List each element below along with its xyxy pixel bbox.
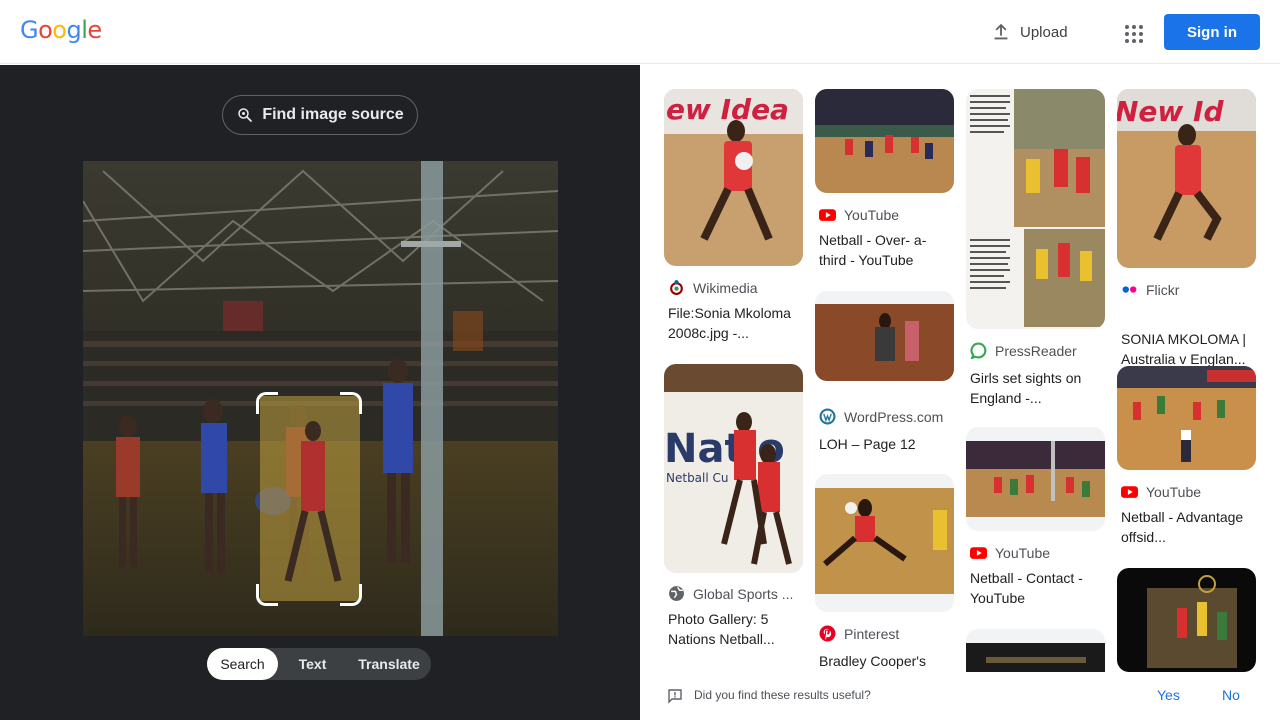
youtube-icon (1121, 486, 1138, 498)
result-title[interactable]: LOH – Page 12 (819, 434, 959, 454)
logo-letter: o (52, 16, 67, 44)
result-source[interactable]: YouTube (1121, 483, 1201, 500)
result-card[interactable] (1117, 568, 1256, 672)
result-thumbnail[interactable]: New Id (1117, 89, 1256, 268)
pinterest-icon (819, 625, 836, 642)
youtube-icon (819, 209, 836, 221)
google-logo[interactable]: Google (20, 16, 102, 44)
result-source[interactable]: YouTube (819, 206, 899, 223)
feedback-yes-button[interactable]: Yes (1157, 687, 1180, 703)
result-thumbnail[interactable] (966, 427, 1105, 531)
result-title[interactable]: Girls set sights on England -... (970, 368, 1110, 408)
result-card[interactable]: YouTube Netball - Over- a-third - YouTub… (815, 89, 954, 279)
flickr-icon (1122, 286, 1137, 293)
result-source-label: Global Sports ... (693, 585, 794, 602)
feedback-icon (668, 689, 682, 704)
logo-letter: g (66, 16, 82, 44)
result-source-label: WordPress.com (844, 408, 944, 425)
result-card[interactable]: New Id Flickr SONIA MKOLOMA | Australia … (1117, 89, 1256, 367)
logo-letter: o (38, 16, 53, 44)
wikimedia-icon (670, 280, 683, 295)
lens-mode-tabs: Search Text Translate (207, 648, 431, 680)
upload-button[interactable]: Upload (990, 18, 1068, 46)
tab-search[interactable]: Search (207, 648, 278, 680)
crop-handle-bottom-right[interactable] (340, 584, 362, 606)
top-bar: Google Upload Sign in (0, 0, 1280, 64)
crop-selection-box[interactable] (256, 392, 362, 606)
lens-panel: Find image source Search Text Translate (0, 65, 640, 720)
google-apps-button[interactable] (1118, 18, 1146, 46)
tab-text[interactable]: Text (278, 648, 347, 680)
find-image-source-label: Find image source (262, 106, 404, 123)
result-thumbnail[interactable] (966, 89, 1105, 329)
result-source-label: Pinterest (844, 625, 900, 642)
wordpress-icon (819, 408, 836, 425)
result-thumbnail[interactable] (815, 89, 954, 193)
result-source-label: Flickr (1146, 281, 1180, 298)
upload-icon (994, 23, 1008, 40)
tab-translate[interactable]: Translate (347, 648, 431, 680)
result-card[interactable]: Natio Netball Cu Global Sports ... Photo… (664, 364, 803, 647)
result-title[interactable]: SONIA MKOLOMA | Australia v Englan... (1121, 329, 1261, 369)
result-thumbnail[interactable] (1117, 366, 1256, 470)
visual-matches-panel: ew Idea Wikimedia File:Sonia Mkoloma 200… (640, 65, 1280, 720)
result-thumbnail[interactable] (815, 291, 954, 381)
lens-search-icon (238, 108, 253, 122)
result-source[interactable]: Pinterest (819, 625, 899, 642)
result-title[interactable]: File:Sonia Mkoloma 2008c.jpg -... (668, 303, 808, 343)
result-source-label: YouTube (844, 206, 900, 223)
upload-label: Upload (1020, 23, 1068, 41)
result-source[interactable]: Global Sports ... (668, 585, 793, 602)
result-thumbnail[interactable]: ew Idea (664, 89, 803, 266)
result-card[interactable]: YouTube Netball - Contact - YouTube (966, 427, 1105, 617)
feedback-bar: Did you find these results useful? Yes N… (640, 672, 1280, 720)
result-source[interactable]: Flickr (1121, 281, 1179, 298)
crop-handle-top-left[interactable] (256, 392, 278, 414)
result-source-label: YouTube (1146, 483, 1202, 500)
crop-handle-bottom-left[interactable] (256, 584, 278, 606)
result-source-label: YouTube (995, 544, 1051, 561)
feedback-no-button[interactable]: No (1222, 687, 1240, 703)
result-source[interactable]: YouTube (970, 544, 1050, 561)
globe-icon (669, 586, 684, 601)
thumb-banner-text: New Id (1117, 95, 1224, 128)
find-image-source-button[interactable]: Find image source (222, 95, 418, 135)
result-thumbnail[interactable] (815, 474, 954, 612)
result-card[interactable]: ew Idea Wikimedia File:Sonia Mkoloma 200… (664, 89, 803, 349)
result-card[interactable]: Pinterest Bradley Cooper's (815, 474, 954, 674)
result-thumbnail[interactable] (1117, 568, 1256, 672)
logo-letter: G (20, 16, 39, 44)
result-card[interactable]: PressReader Girls set sights on England … (966, 89, 1105, 414)
result-title[interactable]: Bradley Cooper's (819, 651, 959, 671)
feedback-question: Did you find these results useful? (694, 688, 871, 702)
result-source[interactable]: PressReader (970, 342, 1077, 359)
result-source-label: Wikimedia (693, 279, 758, 296)
thumb-banner-text: ew Idea (666, 93, 789, 126)
result-card[interactable]: YouTube Netball - Advantage offsid... (1117, 366, 1256, 556)
result-source[interactable]: WordPress.com (819, 408, 943, 425)
result-source[interactable]: Wikimedia (668, 279, 758, 296)
logo-letter: e (87, 16, 102, 44)
result-card[interactable]: WordPress.com LOH – Page 12 (815, 291, 954, 461)
result-title[interactable]: Netball - Over- a-third - YouTube (819, 230, 949, 270)
thumb-banner-text: Netball Cu (666, 471, 729, 485)
result-title[interactable]: Photo Gallery: 5 Nations Netball... (668, 609, 808, 649)
result-thumbnail[interactable]: Natio Netball Cu (664, 364, 803, 573)
result-source-label: PressReader (995, 342, 1077, 359)
crop-handle-top-right[interactable] (340, 392, 362, 414)
result-title[interactable]: Netball - Contact - YouTube (970, 568, 1100, 608)
youtube-icon (970, 547, 987, 559)
sign-in-button[interactable]: Sign in (1164, 14, 1260, 50)
pressreader-icon (970, 342, 987, 359)
result-title[interactable]: Netball - Advantage offsid... (1121, 507, 1251, 547)
